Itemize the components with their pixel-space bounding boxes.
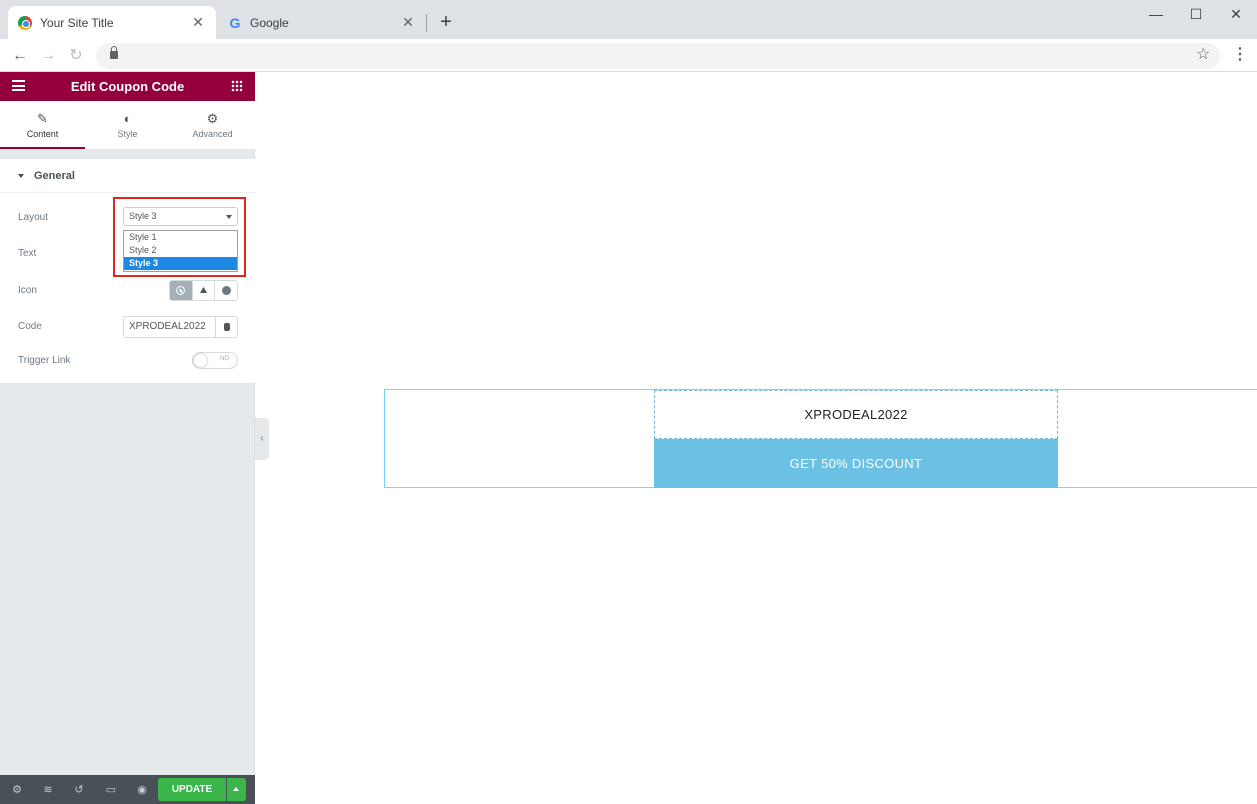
- forward-arrow-icon[interactable]: →: [37, 45, 59, 67]
- coupon-reveal-button[interactable]: GET 50% DISCOUNT: [654, 439, 1058, 488]
- window-close-button[interactable]: ✕: [1216, 4, 1256, 26]
- tab-content[interactable]: ✎ Content: [0, 101, 85, 149]
- maximize-button[interactable]: ☐: [1176, 4, 1216, 26]
- general-section: General Layout Style 3 Style 1 Style 2 S…: [0, 159, 255, 383]
- close-icon[interactable]: ✕: [190, 14, 206, 31]
- gear-icon: ⚙: [206, 111, 219, 126]
- close-icon[interactable]: ✕: [400, 14, 416, 31]
- chrome-icon: [18, 15, 32, 30]
- switch-knob: [194, 354, 207, 367]
- browser-tab-bar: Your Site Title ✕ G Google ✕ + — ☐ ✕: [0, 0, 1257, 39]
- tab-label: Style: [117, 129, 138, 139]
- preview-icon[interactable]: ◉: [135, 783, 149, 797]
- address-bar[interactable]: [96, 43, 1220, 69]
- trigger-link-label: Trigger Link: [18, 355, 71, 366]
- highlight-annotation: [113, 197, 246, 277]
- update-button[interactable]: UPDATE: [158, 778, 226, 801]
- panel-collapse-button[interactable]: ‹: [255, 418, 269, 460]
- google-icon: G: [229, 14, 241, 31]
- caret-down-icon: [18, 173, 24, 178]
- star-icon[interactable]: ☆: [1196, 44, 1210, 64]
- hamburger-menu-icon[interactable]: [12, 80, 25, 91]
- more-menu-icon[interactable]: ⋮: [1232, 44, 1248, 64]
- layers-icon[interactable]: ≋: [41, 783, 55, 797]
- code-input[interactable]: XPRODEAL2022: [123, 316, 215, 338]
- settings-icon[interactable]: ⚙: [10, 783, 24, 797]
- minimize-button[interactable]: —: [1136, 4, 1176, 26]
- trigger-link-switch[interactable]: NO: [192, 352, 238, 369]
- tab-advanced[interactable]: ⚙ Advanced: [170, 101, 255, 149]
- history-icon[interactable]: ↺: [72, 783, 86, 797]
- update-options-button[interactable]: [227, 778, 246, 801]
- tab-style[interactable]: ◐ Style: [85, 101, 170, 149]
- widgets-grid-icon[interactable]: [231, 80, 243, 92]
- coupon-code: XPRODEAL2022: [654, 390, 1058, 439]
- tab-google[interactable]: G Google ✕: [218, 6, 426, 39]
- editor-panel: Edit Coupon Code ✎ Content ◐ Style ⚙ Adv…: [0, 72, 255, 804]
- dynamic-tags-icon[interactable]: [215, 316, 238, 338]
- lock-icon: [110, 46, 118, 59]
- tab-title: Your Site Title: [40, 15, 114, 30]
- reload-icon[interactable]: ↻: [65, 45, 87, 67]
- icon-label: Icon: [18, 285, 37, 296]
- section-header-general[interactable]: General: [0, 159, 255, 193]
- panel-header: Edit Coupon Code: [0, 72, 255, 101]
- icon-choice-group: ⛰: [169, 280, 238, 301]
- tab-label: Content: [26, 129, 59, 139]
- section-title: General: [34, 169, 75, 182]
- code-label: Code: [18, 321, 42, 332]
- upload-icon[interactable]: ⛰: [191, 281, 215, 300]
- back-arrow-icon[interactable]: ←: [9, 45, 31, 67]
- tab-title: Google: [250, 15, 289, 30]
- pencil-icon: ✎: [37, 111, 48, 126]
- tab-your-site-title[interactable]: Your Site Title ✕: [8, 6, 216, 39]
- contrast-icon: ◐: [123, 111, 132, 126]
- new-tab-button[interactable]: +: [436, 10, 456, 34]
- tab-label: Advanced: [192, 129, 233, 139]
- circle-icon[interactable]: [214, 281, 237, 300]
- browser-toolbar: ← → ↻ ☆ ⋮: [0, 39, 1257, 72]
- text-label: Text: [18, 248, 37, 259]
- none-icon[interactable]: [170, 281, 192, 300]
- panel-tabs: ✎ Content ◐ Style ⚙ Advanced: [0, 101, 255, 149]
- layout-label: Layout: [18, 212, 49, 223]
- tab-separator: [426, 14, 427, 32]
- panel-footer: ⚙ ≋ ↺ ▭ ◉ UPDATE: [0, 775, 255, 804]
- panel-title: Edit Coupon Code: [70, 79, 185, 94]
- switch-state-text: NO: [220, 356, 229, 362]
- responsive-icon[interactable]: ▭: [104, 783, 118, 797]
